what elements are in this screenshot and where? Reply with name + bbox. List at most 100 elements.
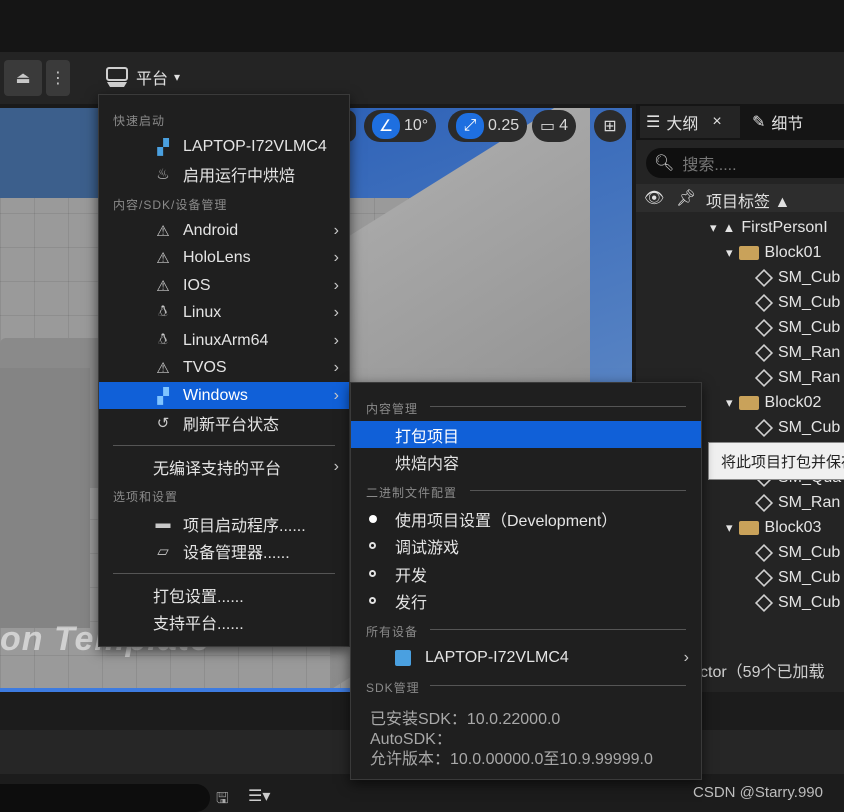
menu-item-platform[interactable]: ⚠ TVOS › [99,354,349,381]
menu-item-device-manager[interactable]: ▱ 设备管理器...... [99,537,349,564]
folder-icon [738,245,759,260]
tab-details[interactable]: ✎ 细节 [752,106,803,138]
menu-item-platform[interactable]: ▞ Windows › [99,382,349,409]
static-mesh-icon [754,318,774,337]
rotation-snap-value: 10° [404,117,429,134]
menu-divider [113,573,335,574]
layout-button[interactable]: ⊞ [594,110,626,142]
outliner-tree-row[interactable]: ▾ Block01 [726,240,821,265]
menu-item-packaging-settings[interactable]: 打包设置...... [99,581,349,608]
outliner-tree-row[interactable]: SM_Ran [754,490,840,515]
submenu-divider [430,629,686,630]
windows-device-icon [395,649,411,666]
folder-icon [738,395,759,410]
outliner-tree-row[interactable]: SM_Cub [754,290,840,315]
chevron-right-icon: › [333,303,339,321]
submenu-item-build-config[interactable]: 开发 [351,560,701,587]
menu-item-project-launcher[interactable]: ▬ 项目启动程序...... [99,510,349,537]
save-icon[interactable]: 🖫 [216,788,229,812]
cook-icon: ♨ [156,165,170,183]
expand-arrow-icon[interactable]: ▾ [710,220,717,236]
camera-speed-value: 4 [559,117,569,134]
menu-item-unsupported-platforms[interactable]: 无编译支持的平台 › [99,453,349,480]
tab-outliner[interactable]: ☰ 大纲 × [640,106,740,138]
menu-item-refresh[interactable]: ↺ 刷新平台状态 [99,409,349,436]
close-icon[interactable]: × [712,113,721,131]
expand-arrow-icon[interactable]: ▾ [726,395,733,411]
radio-indicator [369,570,376,577]
chevron-right-icon: › [333,358,339,376]
filter-icon[interactable]: ☰▾ [248,786,270,806]
submenu-item-cook-content[interactable]: 烘焙内容 [351,448,701,475]
submenu-item-device[interactable]: LAPTOP-I72VLMC4 › [351,644,701,671]
radio-indicator [369,542,376,549]
watermark: CSDN @Starry.990 [693,784,823,801]
chevron-right-icon: › [333,248,339,266]
chevron-right-icon: › [683,648,689,666]
menu-section-options: 选项和设置 [113,490,179,504]
visibility-eye-icon[interactable]: 👁︎ [644,188,664,208]
camera-speed-chip[interactable]: ▭ 4 [532,110,577,142]
outliner-tree-row[interactable]: SM_Ran [754,365,840,390]
grid-layout-icon: ⊞ [603,118,617,135]
submenu-item-build-config[interactable]: 发行 [351,587,701,614]
camera-icon: ▭ [540,118,556,135]
outliner-search-field[interactable]: 🔍︎ 搜索..... [646,148,844,178]
static-mesh-icon [754,343,774,362]
level-icon: ▲ [722,220,736,235]
outliner-tree-row[interactable]: SM_Cub [754,315,840,340]
menu-item-platform[interactable]: ⚠ HoloLens › [99,244,349,271]
static-mesh-icon [754,543,774,562]
scale-snap-chip[interactable]: ⤢ 0.25 [448,110,528,142]
submenu-item-package-project[interactable]: 打包项目 [351,421,701,448]
sdk-allowed-text: 允许版本：10.0.00000.0至10.9.99999.0 [370,751,653,768]
search-placeholder: 搜索..... [682,157,737,174]
outliner-tree-row[interactable]: SM_Cub [754,265,840,290]
outliner-tree-row[interactable]: ▾ Block02 [726,390,821,415]
linux-icon: 🐧︎ [158,303,168,320]
menu-item-platform[interactable]: ⚠ IOS › [99,272,349,299]
platform-dropdown-button[interactable]: 平台 ▾ [104,60,180,94]
chevron-right-icon: › [333,386,339,404]
static-mesh-icon [754,418,774,437]
device-manager-icon: ▱ [157,542,169,560]
outliner-tree-row[interactable]: SM_Cub [754,540,840,565]
menu-item-supported-platforms[interactable]: 支持平台...... [99,608,349,635]
menu-item-platform[interactable]: 🐧︎ Linux › [99,299,349,326]
pin-icon[interactable]: 📌︎ [676,188,696,208]
outliner-tree-row[interactable]: SM_Cub [754,590,840,615]
submenu-divider [430,406,686,407]
outliner-tree-row[interactable]: SM_Ran [754,340,840,365]
tab-outliner-label: 大纲 [666,116,699,133]
menu-item-platform[interactable]: ⚠ Android › [99,217,349,244]
eject-button[interactable]: ⏏ [4,60,42,96]
menu-divider [113,445,335,446]
outliner-footer-count: ctor（59个已加载 [700,664,825,681]
warning-icon: ⚠ [156,277,170,295]
outliner-tree-row[interactable]: SM_Cub [754,415,840,440]
more-options-button[interactable]: ⋮ [46,60,70,96]
expand-arrow-icon[interactable]: ▾ [726,520,733,536]
outliner-tree-row[interactable]: ▾ Block03 [726,515,821,540]
console-input[interactable] [0,784,210,812]
radio-indicator [369,514,377,523]
submenu-item-build-config[interactable]: 使用项目设置（Development） [351,505,701,532]
expand-arrow-icon[interactable]: ▾ [726,245,733,261]
tab-details-label: 细节 [771,116,804,133]
tooltip: 将此项目打包并保存 [708,442,844,480]
windows-icon: ▞ [157,387,169,405]
menu-item-bake-on-the-fly[interactable]: ♨ 启用运行中烘焙 [99,160,349,187]
refresh-icon: ↺ [156,414,170,432]
title-strip [0,0,844,52]
item-label-column[interactable]: 项目标签 ▲ [706,188,790,212]
submenu-item-build-config[interactable]: 调试游戏 [351,532,701,559]
rotation-snap-chip[interactable]: ∠ 10° [364,110,437,142]
warning-icon: ⚠ [156,222,170,240]
menu-item-platform[interactable]: 🐧︎ LinuxArm64 › [99,327,349,354]
menu-item-laptop[interactable]: ▞ LAPTOP-I72VLMC4 [99,133,349,160]
chevron-right-icon: › [333,457,339,475]
outliner-tree-row[interactable]: SM_Cub [754,565,840,590]
viewport-block [0,368,90,628]
warning-icon: ⚠ [156,249,170,267]
outliner-tree-row[interactable]: ▾ ▲ FirstPersonI [710,215,828,240]
